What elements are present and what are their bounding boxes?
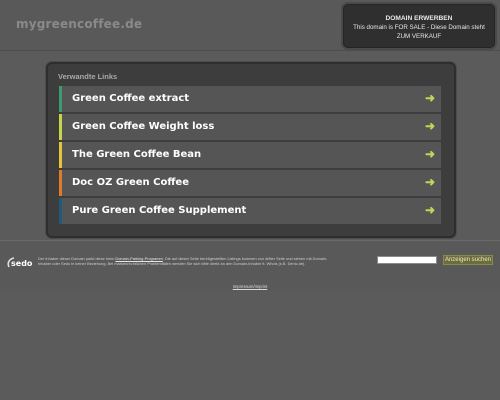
related-link-label[interactable]: Green Coffee extract (72, 93, 189, 104)
related-link-item[interactable]: Green Coffee Weight loss ➜ (59, 114, 441, 140)
panel-heading: Verwandte Links (58, 72, 118, 81)
domain-sale-box[interactable]: DOMAIN ERWERBEN This domain is FOR SALE … (343, 4, 495, 48)
domain-parking-link[interactable]: Domain-Parking-Programm (115, 256, 162, 261)
related-link-item[interactable]: Green Coffee extract ➜ (59, 86, 441, 112)
disclaimer-text-1: Der Inhaber dieser Domain parkt diese be… (38, 256, 116, 261)
arrow-right-icon[interactable]: ➜ (425, 91, 435, 105)
related-link-label[interactable]: Doc OZ Green Coffee (72, 177, 189, 188)
search-input[interactable] (377, 256, 437, 264)
imprint-link[interactable]: Impressum/Imprint (0, 284, 500, 289)
domain-title: mygreencoffee.de (16, 17, 143, 31)
related-links-panel: Verwandte Links Green Coffee extract ➜ G… (46, 62, 456, 238)
search-ads-button[interactable]: Anzeigen suchen (443, 255, 493, 265)
related-link-item[interactable]: The Green Coffee Bean ➜ (59, 142, 441, 168)
arrow-right-icon[interactable]: ➜ (425, 175, 435, 189)
arrow-right-icon[interactable]: ➜ (425, 147, 435, 161)
related-link-label[interactable]: The Green Coffee Bean (72, 149, 201, 160)
sale-title[interactable]: DOMAIN ERWERBEN (344, 14, 494, 23)
sedo-logo-text: sedo (11, 259, 33, 268)
arrow-right-icon[interactable]: ➜ (425, 203, 435, 217)
related-link-item[interactable]: Pure Green Coffee Supplement ➜ (59, 198, 441, 224)
arrow-right-icon[interactable]: ➜ (425, 119, 435, 133)
parking-disclaimer: Der Inhaber dieser Domain parkt diese be… (38, 256, 338, 267)
related-link-item[interactable]: Doc OZ Green Coffee ➜ (59, 170, 441, 196)
related-link-label[interactable]: Pure Green Coffee Supplement (72, 205, 246, 216)
related-link-label[interactable]: Green Coffee Weight loss (72, 121, 214, 132)
header: mygreencoffee.de DOMAIN ERWERBEN This do… (0, 0, 500, 51)
sale-text-line-1[interactable]: This domain is FOR SALE - Diese Domain s… (344, 23, 494, 32)
sale-text-line-2[interactable]: ZUM VERKAUF (344, 32, 494, 41)
sedo-logo: sedo (7, 257, 33, 268)
